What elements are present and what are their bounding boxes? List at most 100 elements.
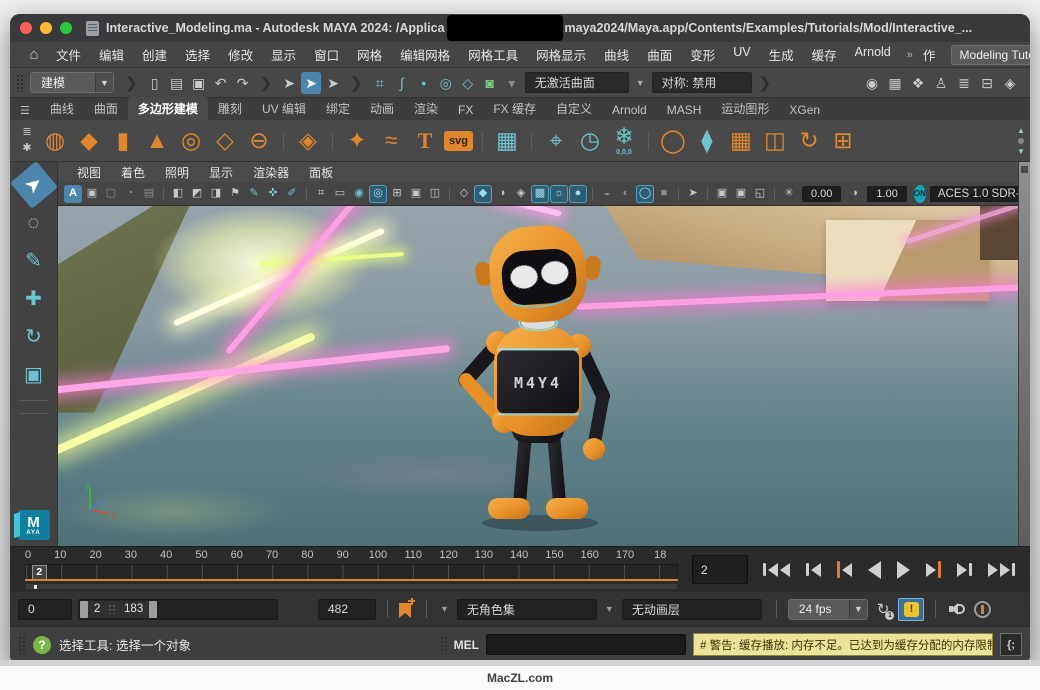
isolate-select-icon[interactable]: ➤ (684, 185, 702, 203)
menubar-item-曲面[interactable]: 曲面 (639, 42, 680, 67)
gear-icon[interactable]: ✱ (17, 142, 37, 156)
gamma-field[interactable]: 1.00 (867, 186, 906, 202)
chevron-down-icon[interactable]: ▼ (438, 604, 451, 614)
move-tool-icon[interactable]: ✚ (17, 282, 51, 316)
edit-camera-icon[interactable]: ✎ (245, 185, 263, 203)
shelf-tab-雕刻[interactable]: 雕刻 (208, 97, 252, 120)
reset-transform-icon[interactable]: ◷ (575, 125, 605, 157)
step-forward-frame-button[interactable] (952, 557, 977, 583)
shelf-tab-渲染[interactable]: 渲染 (404, 97, 448, 120)
menubar-item-网格显示[interactable]: 网格显示 (528, 42, 594, 67)
select-hierarchy-icon[interactable]: ➤ (279, 72, 299, 94)
menubar-item-显示[interactable]: 显示 (263, 42, 304, 67)
warning-message[interactable]: # 警告: 缓存播放: 内存不足。已达到为缓存分配的内存限制，因此缓 (693, 633, 993, 656)
audio-icon[interactable] (949, 602, 966, 617)
snapshot-icon[interactable]: ▤ (140, 185, 158, 203)
cached-playback-toggle[interactable]: ! (898, 598, 924, 621)
snap-point-icon[interactable]: • (414, 72, 434, 94)
snap-options-caret-icon[interactable]: ▾ (502, 72, 522, 94)
chevron-down-icon[interactable]: ▼ (603, 604, 616, 614)
live-surface-field[interactable]: 无激活曲面 (525, 72, 629, 93)
animation-layer-field[interactable]: 无动画层 (622, 599, 762, 620)
multi-cut-icon[interactable]: ⊞ (828, 125, 858, 157)
node-editor-icon[interactable]: ≣ (954, 72, 974, 94)
rotate-tool-icon[interactable]: ↻ (17, 320, 51, 354)
redo-icon[interactable]: ↷ (233, 72, 253, 94)
title-bar[interactable]: Interactive_Modeling.ma - Autodesk MAYA … (10, 14, 1030, 42)
lasso-select-tool-icon[interactable]: ◌ (17, 206, 51, 240)
current-frame-marker[interactable]: 2 (32, 565, 47, 580)
step-back-frame-button[interactable] (801, 557, 826, 583)
pen-icon[interactable]: ✐ (283, 185, 301, 203)
shelf-scrollbar[interactable]: ▲ ▼ (1014, 126, 1028, 156)
menu-overflow-icon[interactable]: » (903, 49, 917, 61)
menubar-item-网格工具[interactable]: 网格工具 (460, 42, 526, 67)
symmetry-field[interactable]: 对称: 禁用 (652, 72, 752, 93)
scroll-up-icon[interactable]: ▲ (1017, 126, 1025, 135)
platonic-solid-icon[interactable]: ◈ (293, 125, 323, 157)
frame-all-icon[interactable]: ▣ (83, 185, 101, 203)
play-forwards-button[interactable] (892, 557, 915, 583)
safe-action-icon[interactable]: ⊞ (388, 185, 406, 203)
poly-torus-icon[interactable]: ◎ (176, 125, 206, 157)
shelf-tab-动画[interactable]: 动画 (360, 97, 404, 120)
scroll-down-icon[interactable]: ▼ (1017, 147, 1025, 156)
panel-toggle-icon[interactable] (1021, 166, 1028, 173)
svg-tool-icon[interactable]: svg (444, 131, 473, 151)
panel-menu-item-渲染器[interactable]: 渲染器 (244, 162, 298, 183)
home-icon[interactable]: ⌂ (24, 44, 44, 66)
render-view-icon[interactable]: ◉ (862, 72, 882, 94)
shelf-tab-fx[interactable]: FX (448, 100, 483, 120)
shelf-tab-曲面[interactable]: 曲面 (84, 97, 128, 120)
menubar-item-uv[interactable]: UV (725, 42, 758, 67)
fps-select[interactable]: 24 fps ▼ (788, 599, 868, 620)
view-bookmark-icon[interactable]: ⚑ (226, 185, 244, 203)
image-plane-icon[interactable]: ▣ (407, 185, 425, 203)
camera-settings-icon[interactable]: ◨ (207, 185, 225, 203)
poly-cylinder-icon[interactable]: ▮ (108, 125, 138, 157)
paint-select-tool-icon[interactable]: ✎ (17, 244, 51, 278)
modeling-toolkit-icon[interactable]: ▦ (492, 125, 522, 157)
poly-plane-icon[interactable]: ◇ (210, 125, 240, 157)
select-highlight-icon[interactable]: A (64, 185, 82, 203)
select-tool-icon[interactable]: ➤ (10, 161, 57, 209)
open-scene-icon[interactable]: ▤ (167, 72, 187, 94)
film-gate-icon[interactable]: ▭ (331, 185, 349, 203)
shadows-icon[interactable]: ● (569, 185, 587, 203)
menubar-item-选择[interactable]: 选择 (177, 42, 218, 67)
panel-menu-item-视图[interactable]: 视图 (68, 162, 110, 183)
sweep-mesh-icon[interactable]: ✦ (342, 125, 372, 157)
go-to-end-button[interactable] (983, 557, 1020, 583)
shelf-tab-uv-编辑[interactable]: UV 编辑 (252, 97, 316, 120)
grid-toggle-icon[interactable]: ⌗ (312, 185, 330, 203)
range-slider[interactable]: 2 183 (78, 599, 278, 620)
group-divider[interactable]: ❯ (121, 74, 142, 92)
antialias-icon[interactable]: ◯ (636, 185, 654, 203)
ao-icon[interactable]: ◒ (598, 185, 616, 203)
robot-model[interactable]: M4Y4 (428, 210, 648, 532)
combine-icon[interactable]: ▦ (726, 125, 756, 157)
field-chart-icon[interactable]: ◫ (426, 185, 444, 203)
script-editor-icon[interactable]: {; (1000, 633, 1022, 656)
shelf-tab-自定义[interactable]: 自定义 (546, 97, 602, 120)
animation-start-field[interactable]: 0 (18, 599, 72, 620)
commandline-grip[interactable] (440, 636, 447, 654)
construction-aid-icon[interactable]: ⌖ (541, 125, 571, 157)
character-set-field[interactable]: 无角色集 (457, 599, 597, 620)
shelf-tab-xgen[interactable]: XGen (779, 100, 830, 120)
poly-disc-icon[interactable]: ⊖ (244, 125, 274, 157)
snap-curve-icon[interactable]: ∫ (392, 72, 412, 94)
mirror-icon[interactable]: ◫ (760, 125, 790, 157)
select-component-icon[interactable]: ➤ (323, 72, 343, 94)
panel-menu-item-着色[interactable]: 着色 (112, 162, 154, 183)
shelf-menu-icon[interactable]: ☰ (20, 104, 30, 117)
menu-set-select[interactable]: 建模 ▼ (30, 72, 114, 93)
menubar-item-变形[interactable]: 变形 (682, 42, 723, 67)
camera-lock-icon[interactable]: ◩ (188, 185, 206, 203)
shelf-tab-fx-缓存[interactable]: FX 缓存 (483, 97, 546, 120)
hypershade-icon[interactable]: ❖ (908, 72, 928, 94)
menubar-item-生成[interactable]: 生成 (761, 42, 802, 67)
play-backwards-button[interactable] (863, 557, 886, 583)
timeline-sub-track[interactable] (25, 583, 678, 590)
snap-projected-center-icon[interactable]: ◎ (436, 72, 456, 94)
